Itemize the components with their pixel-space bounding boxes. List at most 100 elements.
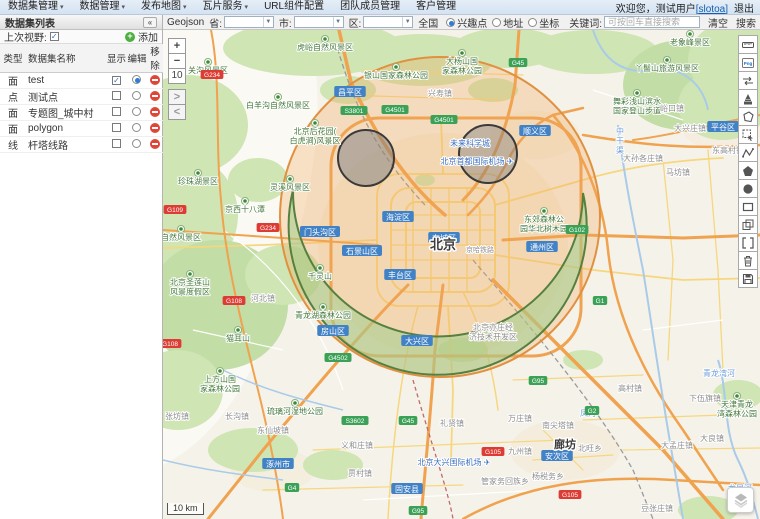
search-type-radio-1[interactable]: 地址	[492, 15, 523, 30]
export-png-button[interactable]: Png	[738, 53, 758, 72]
edit-radio[interactable]	[132, 107, 141, 116]
svg-text:北京后花园(白虎涧)风景区: 北京后花园(白虎涧)风景区	[290, 126, 341, 146]
username-link[interactable]: [slotoa]	[696, 4, 728, 15]
keyword-input[interactable]	[604, 16, 700, 28]
delete-icon	[742, 255, 754, 267]
collapse-sidebar-button[interactable]: «	[143, 17, 157, 28]
visible-checkbox[interactable]	[112, 91, 121, 100]
town-label: 高村镇	[618, 383, 642, 393]
draw-circle-button[interactable]	[738, 179, 758, 198]
logout-link[interactable]: 退出	[734, 4, 754, 15]
town-label: 京哈铁路	[466, 245, 494, 254]
search-toolbar: Geojson 省: ▼ 市: ▼ 区: ▼ 全国 兴趣点地址坐标 关键词: 清…	[163, 15, 760, 30]
swap-arrows-button[interactable]	[738, 71, 758, 90]
district-label: 固安县	[391, 483, 423, 494]
visible-checkbox[interactable]	[112, 123, 121, 132]
column-header: 编辑	[127, 44, 147, 73]
svg-text:自然风景区: 自然风景区	[163, 232, 201, 242]
blue-label: 北京首都国际机场 ✈	[441, 156, 514, 166]
delete-button[interactable]	[738, 251, 758, 270]
search-type-radio-0[interactable]: 兴趣点	[446, 15, 487, 30]
edit-radio[interactable]	[132, 123, 141, 132]
zoom-in-button[interactable]: +	[168, 38, 186, 54]
dataset-row[interactable]: 面polygon	[0, 121, 163, 137]
draw-rectangle-button[interactable]	[738, 197, 758, 216]
town-label: 大良镇	[700, 433, 724, 443]
dataset-row[interactable]: 线杆塔线路	[0, 137, 163, 153]
last-view-checkbox[interactable]: ✓	[50, 32, 59, 41]
remove-button[interactable]	[150, 75, 160, 85]
map-zoom-control: + − 10 > <	[168, 38, 186, 119]
district-label: 昌平区	[334, 86, 366, 97]
town-label: 北京亦庄经济技术开发区	[469, 322, 517, 342]
menu-item-1[interactable]: 数据管理▾	[72, 0, 134, 15]
shield-green-label: G45	[509, 58, 528, 67]
shield-green-label: G95	[529, 376, 548, 385]
district-label: 大兴区	[401, 335, 433, 346]
menu-item-6[interactable]: 客户管理	[408, 0, 464, 14]
draw-polyline-button[interactable]	[738, 143, 758, 162]
dataset-row[interactable]: 面专题图_城中村	[0, 105, 163, 121]
town-label: 长沟镇	[225, 411, 249, 421]
svg-text:九州镇: 九州镇	[508, 446, 532, 456]
remove-button[interactable]	[150, 123, 160, 133]
draw-polygon-icon	[742, 111, 754, 123]
dataset-row[interactable]: 面test✓	[0, 73, 163, 89]
radio-label: 兴趣点	[457, 15, 487, 30]
edit-radio[interactable]	[132, 91, 141, 100]
search-type-radio-2[interactable]: 坐标	[528, 15, 559, 30]
svg-text:G45: G45	[402, 418, 415, 425]
shield-green-label: S3602	[342, 416, 369, 425]
left-eye-overlay[interactable]	[338, 130, 394, 186]
svg-text:京哈铁路: 京哈铁路	[466, 245, 494, 254]
edit-radio[interactable]	[132, 139, 141, 148]
add-dataset-button[interactable]: + 添加	[125, 29, 158, 44]
menu-item-0[interactable]: 数据集管理▾	[0, 0, 72, 15]
history-forward-button[interactable]: >	[168, 89, 186, 105]
svg-text:G45: G45	[512, 60, 525, 67]
district-label: 海淀区	[382, 211, 414, 222]
remove-button[interactable]	[150, 91, 160, 101]
remove-button[interactable]	[150, 107, 160, 117]
layers-button[interactable]	[727, 487, 754, 513]
map-container[interactable]: 昌平区顺义区平谷区海淀区门头沟区石景山区东城区通州区丰台区房山区大兴区安次区涿州…	[163, 30, 760, 519]
clear-button[interactable]: 清空	[708, 15, 728, 30]
zoom-out-button[interactable]: −	[168, 53, 186, 69]
svg-text:杨税务乡: 杨税务乡	[532, 471, 564, 481]
visible-checkbox[interactable]: ✓	[112, 76, 121, 85]
menu-item-3[interactable]: 瓦片服务▾	[195, 0, 257, 15]
svg-text:万庄镇: 万庄镇	[508, 413, 532, 423]
province-select[interactable]: ▼	[224, 16, 274, 28]
menu-item-5[interactable]: 团队成员管理	[332, 0, 408, 14]
measure-button[interactable]	[738, 35, 758, 54]
add-label: 添加	[138, 29, 158, 44]
district-select[interactable]: ▼	[363, 16, 413, 28]
map-svg[interactable]: 昌平区顺义区平谷区海淀区门头沟区石景山区东城区通州区丰台区房山区大兴区安次区涿州…	[163, 30, 760, 519]
remove-button[interactable]	[150, 139, 160, 149]
draw-polygon-button[interactable]	[738, 107, 758, 126]
save-button[interactable]	[738, 269, 758, 288]
menu-item-4[interactable]: URL组件配置	[256, 0, 332, 14]
search-button[interactable]: 搜索	[736, 15, 756, 30]
crop-brackets-button[interactable]	[738, 233, 758, 252]
edit-radio[interactable]	[132, 75, 141, 84]
draw-pentagon-button[interactable]	[738, 161, 758, 180]
svg-text:G4501: G4501	[385, 107, 405, 114]
svg-text:海淀区: 海淀区	[386, 212, 410, 222]
svg-text:丫髻山旅游风景区: 丫髻山旅游风景区	[635, 63, 699, 73]
right-eye-overlay[interactable]	[459, 125, 517, 183]
scope-label[interactable]: 全国	[418, 15, 438, 30]
menu-item-2[interactable]: 发布地图▾	[133, 0, 195, 15]
tower-marker-button[interactable]	[738, 89, 758, 108]
copy-overlap-button[interactable]	[738, 215, 758, 234]
history-back-button[interactable]: <	[168, 104, 186, 120]
visible-checkbox[interactable]	[112, 139, 121, 148]
svg-text:通州区: 通州区	[530, 242, 554, 252]
svg-text:G4502: G4502	[328, 355, 348, 362]
visible-checkbox[interactable]	[112, 107, 121, 116]
city-select[interactable]: ▼	[294, 16, 344, 28]
town-label: 东仙坡镇	[257, 425, 289, 435]
select-feature-button[interactable]	[738, 125, 758, 144]
dataset-row[interactable]: 点测试点	[0, 89, 163, 105]
svg-text:G4: G4	[288, 485, 297, 492]
